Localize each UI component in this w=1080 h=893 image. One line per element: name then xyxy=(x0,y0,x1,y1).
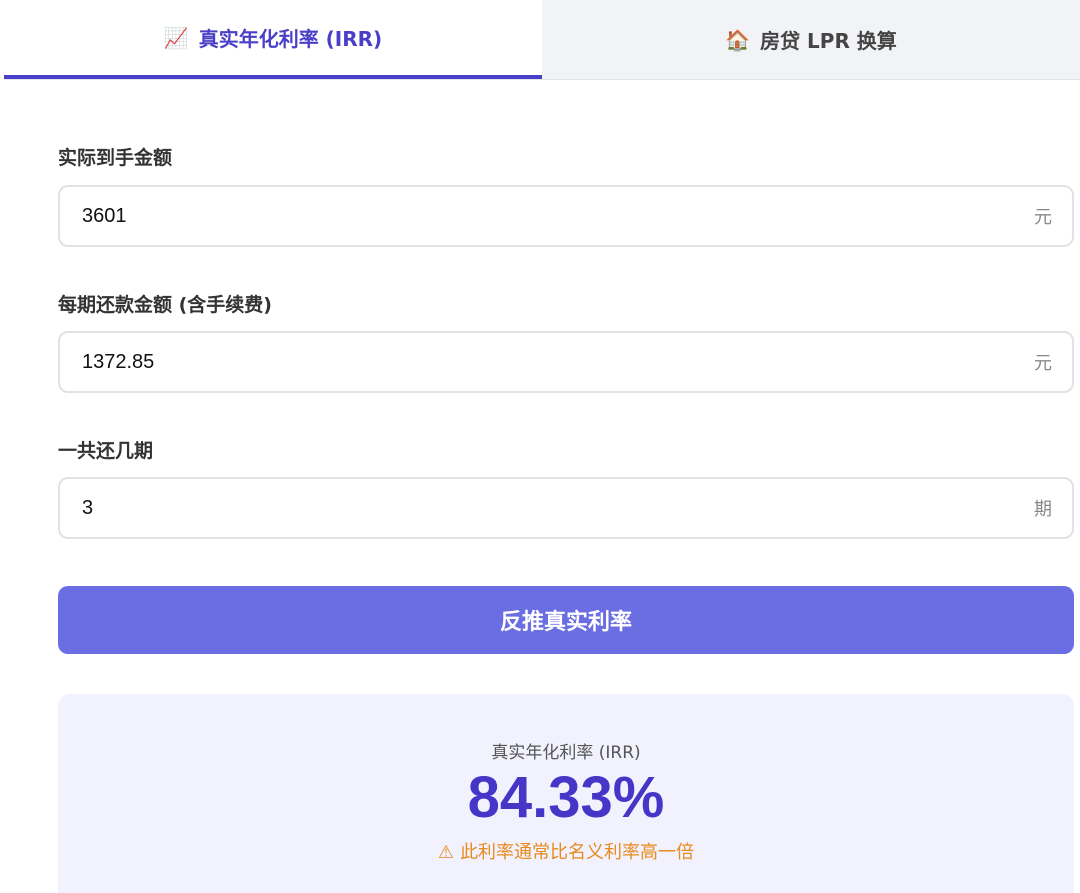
chart-icon: 📈 xyxy=(163,25,189,50)
result-warning: ⚠ 此利率通常比名义利率高一倍 xyxy=(58,838,1074,864)
payment-amount-field[interactable]: 元 xyxy=(58,331,1074,393)
periods-label: 一共还几期 xyxy=(58,440,154,462)
warning-icon: ⚠ xyxy=(437,842,455,863)
calculate-irr-button[interactable]: 反推真实利率 xyxy=(58,586,1074,654)
tab-lpr[interactable]: 🏠 房贷 LPR 换算 xyxy=(542,0,1080,79)
result-label: 真实年化利率 (IRR) xyxy=(491,743,641,763)
periods-unit: 期 xyxy=(1034,499,1052,520)
payment-amount-input[interactable] xyxy=(82,350,982,374)
periods-input[interactable] xyxy=(82,496,982,520)
payment-amount-label: 每期还款金额 (含手续费) xyxy=(58,294,272,316)
tab-bar: 📈 真实年化利率 (IRR) 🏠 房贷 LPR 换算 xyxy=(4,0,1080,80)
tab-irr-label: 真实年化利率 (IRR) xyxy=(198,27,383,51)
received-amount-label: 实际到手金额 xyxy=(58,147,173,169)
periods-field[interactable]: 期 xyxy=(58,477,1074,539)
received-amount-input[interactable] xyxy=(82,204,982,228)
result-panel: 真实年化利率 (IRR) 84.33% ⚠ 此利率通常比名义利率高一倍 xyxy=(58,694,1074,893)
tab-irr[interactable]: 📈 真实年化利率 (IRR) xyxy=(4,0,542,79)
tab-lpr-label: 房贷 LPR 换算 xyxy=(760,29,897,53)
payment-amount-unit: 元 xyxy=(1034,353,1052,374)
result-warning-text: 此利率通常比名义利率高一倍 xyxy=(460,842,695,863)
result-value: 84.33% xyxy=(467,765,665,830)
received-amount-field[interactable]: 元 xyxy=(58,185,1074,247)
received-amount-unit: 元 xyxy=(1034,207,1052,228)
house-icon: 🏠 xyxy=(725,27,751,52)
